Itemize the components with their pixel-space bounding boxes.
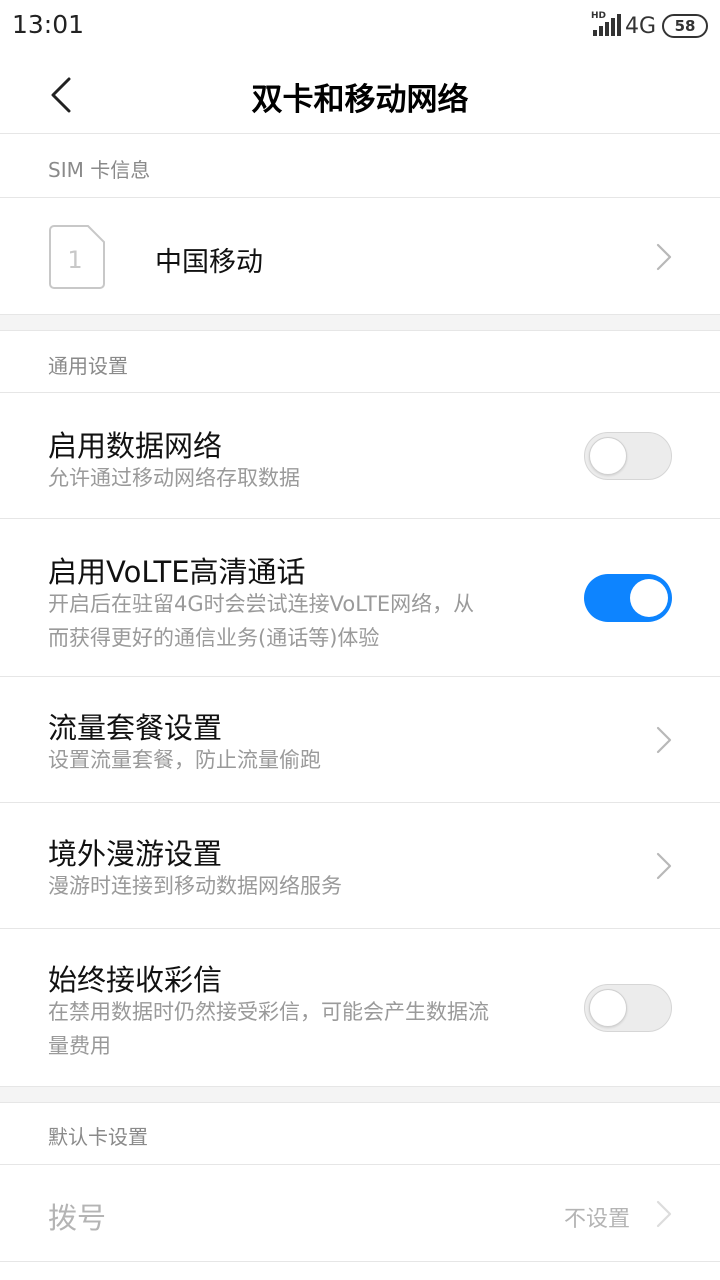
dial-title: 拨号 [48, 1201, 107, 1235]
section-gap [0, 1086, 720, 1103]
setting-title: 流量套餐设置 [48, 711, 223, 745]
setting-default-dial[interactable]: 拨号 不设置 [0, 1165, 720, 1261]
status-time: 13:01 [12, 10, 85, 39]
setting-title: 始终接收彩信 [48, 963, 223, 997]
signal-icon: HD [590, 11, 621, 39]
chevron-right-icon [656, 1200, 672, 1228]
divider [0, 1261, 720, 1262]
setting-description: 设置流量套餐，防止流量偷跑 [48, 748, 321, 772]
toggle-knob [630, 579, 668, 617]
chevron-right-icon [656, 243, 672, 271]
status-icons: HD 4G 58 [590, 11, 708, 40]
sim-card-row[interactable]: 1 中国移动 [0, 198, 720, 314]
setting-description-line-1: 开启后在驻留4G时会尝试连接VoLTE网络，从 [48, 592, 475, 616]
setting-title: 境外漫游设置 [48, 837, 223, 871]
chevron-right-icon [656, 852, 672, 880]
page-title: 双卡和移动网络 [251, 82, 469, 118]
chevron-right-icon [656, 726, 672, 754]
mms-toggle[interactable] [584, 984, 672, 1032]
section-header-general: 通用设置 [48, 354, 128, 378]
section-header-sim: SIM 卡信息 [48, 158, 151, 182]
setting-description-line-2: 而获得更好的通信业务(通话等)体验 [48, 626, 380, 650]
setting-description-line-2: 量费用 [48, 1034, 111, 1058]
sim-card-icon: 1 [49, 225, 105, 289]
setting-mms[interactable]: 始终接收彩信 在禁用数据时仍然接受彩信，可能会产生数据流 量费用 [0, 929, 720, 1086]
setting-title: 启用VoLTE高清通话 [48, 555, 306, 589]
section-gap [0, 314, 720, 331]
setting-description: 漫游时连接到移动数据网络服务 [48, 874, 342, 898]
battery-icon: 58 [662, 14, 708, 38]
mobile-data-toggle[interactable] [584, 432, 672, 480]
setting-data-plan[interactable]: 流量套餐设置 设置流量套餐，防止流量偷跑 [0, 677, 720, 802]
toggle-knob [589, 989, 627, 1027]
sim-carrier-name: 中国移动 [155, 247, 263, 278]
setting-volte[interactable]: 启用VoLTE高清通话 开启后在驻留4G时会尝试连接VoLTE网络，从 而获得更… [0, 519, 720, 676]
toggle-knob [589, 437, 627, 475]
hd-label: HD [590, 11, 606, 21]
section-header-default-card: 默认卡设置 [48, 1125, 148, 1149]
sim-slot-number: 1 [67, 246, 82, 274]
setting-title: 启用数据网络 [48, 429, 223, 463]
app-header: 双卡和移动网络 [0, 52, 720, 134]
volte-toggle[interactable] [584, 574, 672, 622]
setting-description: 允许通过移动网络存取数据 [48, 466, 300, 490]
setting-mobile-data[interactable]: 启用数据网络 允许通过移动网络存取数据 [0, 393, 720, 518]
dial-value: 不设置 [563, 1207, 630, 1232]
setting-roaming[interactable]: 境外漫游设置 漫游时连接到移动数据网络服务 [0, 803, 720, 928]
setting-description-line-1: 在禁用数据时仍然接受彩信，可能会产生数据流 [48, 1000, 489, 1024]
status-bar: 13:01 HD 4G 58 [0, 0, 720, 52]
network-type: 4G [624, 13, 656, 39]
